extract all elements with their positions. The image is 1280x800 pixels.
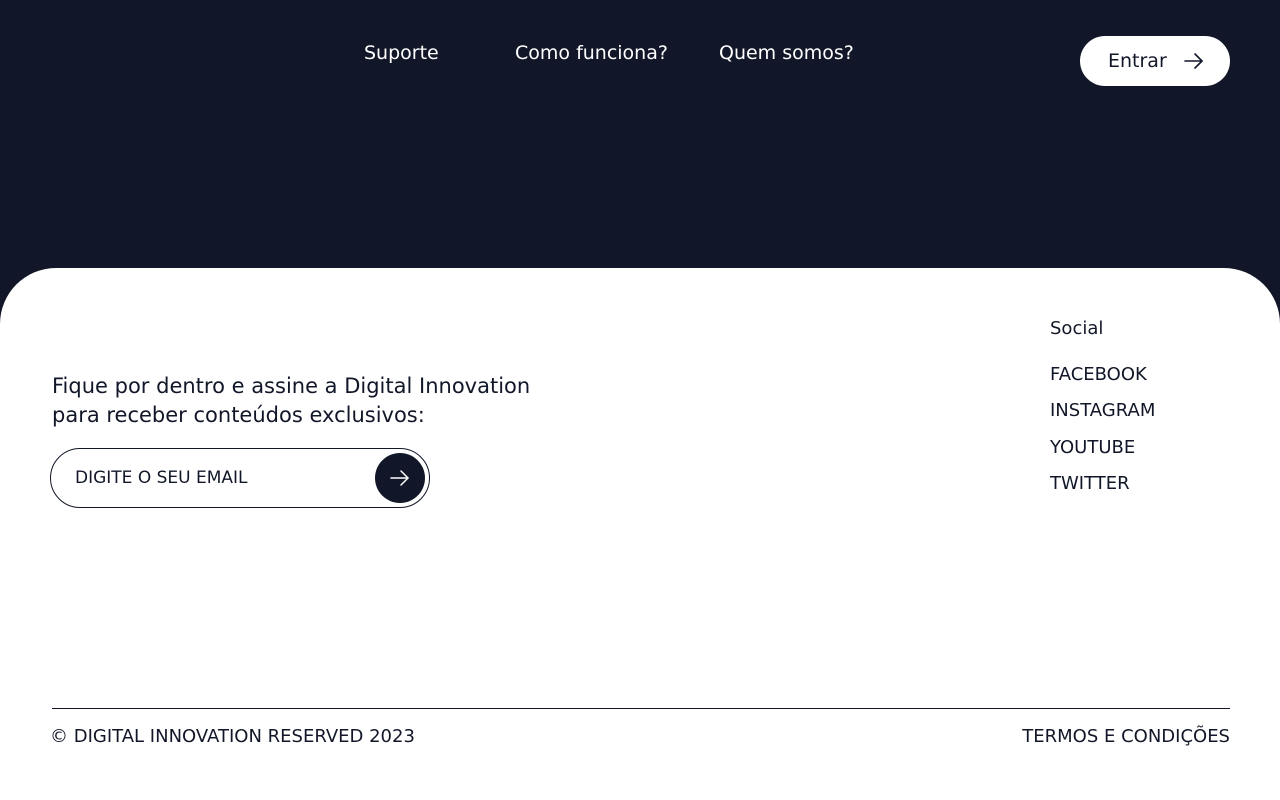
arrow-right-icon xyxy=(1184,52,1204,70)
newsletter-line-2: para receber conteúdos exclusivos: xyxy=(52,403,425,427)
newsletter-line-1: Fique por dentro e assine a Digital Inno… xyxy=(52,374,531,398)
footer: Fique por dentro e assine a Digital Inno… xyxy=(0,268,1280,800)
social-link-instagram[interactable]: INSTAGRAM xyxy=(1050,399,1155,423)
email-input[interactable] xyxy=(75,463,365,493)
arrow-right-icon xyxy=(390,469,410,487)
page: Suporte Como funciona? Quem somos? Entra… xyxy=(0,0,1280,800)
nav-link-como-funciona[interactable]: Como funciona? xyxy=(515,41,668,65)
social-link-facebook[interactable]: FACEBOOK xyxy=(1050,363,1147,387)
login-button-label: Entrar xyxy=(1108,50,1167,72)
newsletter-form xyxy=(50,448,430,508)
social-link-youtube[interactable]: YOUTUBE xyxy=(1050,436,1135,460)
newsletter-submit-button[interactable] xyxy=(375,453,425,503)
nav-link-suporte[interactable]: Suporte xyxy=(364,41,439,65)
social-link-twitter[interactable]: TWITTER xyxy=(1050,472,1130,496)
nav-link-quem-somos[interactable]: Quem somos? xyxy=(719,41,854,65)
social-heading: Social xyxy=(1050,318,1104,339)
footer-divider xyxy=(52,708,1230,709)
newsletter-description: Fique por dentro e assine a Digital Inno… xyxy=(52,372,572,430)
top-navigation-bar: Suporte Como funciona? Quem somos? Entra… xyxy=(0,0,1280,268)
terms-link[interactable]: TERMOS E CONDIÇÕES xyxy=(1022,725,1230,749)
login-button[interactable]: Entrar xyxy=(1080,36,1230,86)
copyright-text: © DIGITAL INNOVATION RESERVED 2023 xyxy=(50,726,415,747)
